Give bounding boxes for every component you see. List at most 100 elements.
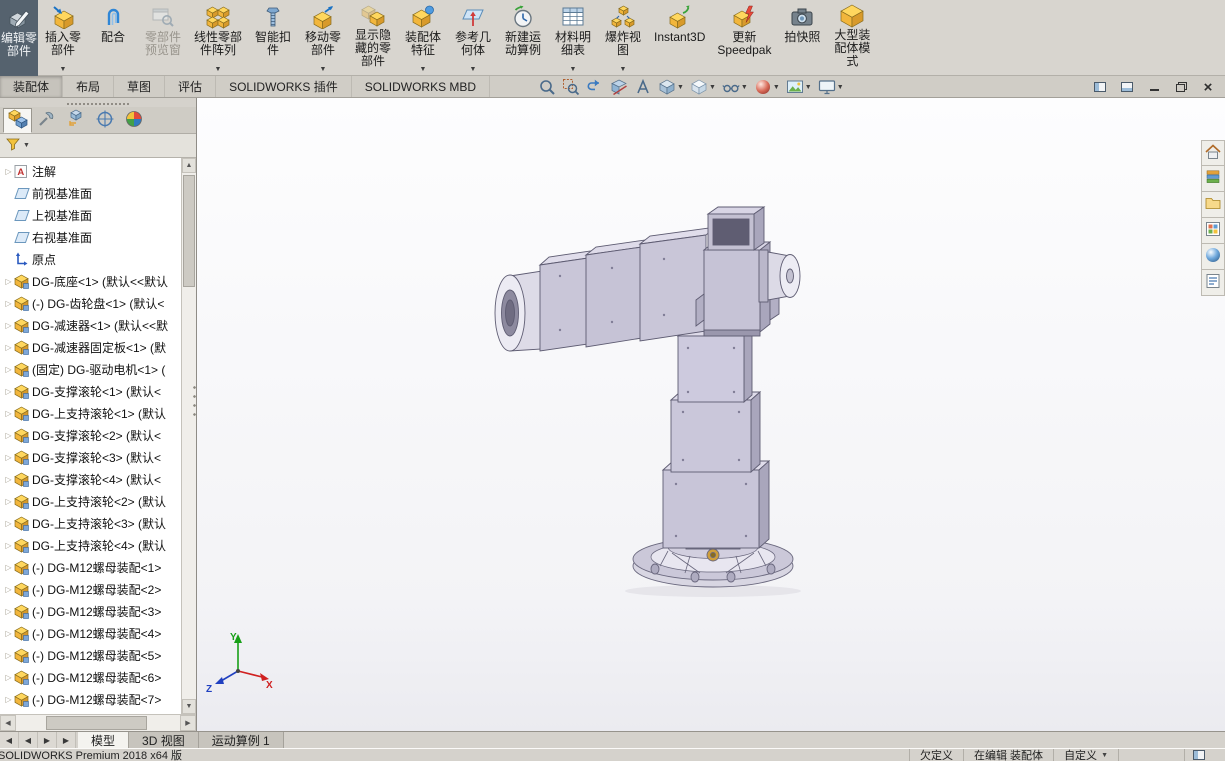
scroll-track[interactable] <box>182 173 196 699</box>
filter-dropdown-caret[interactable]: ▼ <box>23 142 30 149</box>
display-manager-tab[interactable] <box>119 108 148 133</box>
tab-scroll-next-button[interactable]: ▶ <box>38 732 57 748</box>
tree-item[interactable]: ▷ DG-减速器<1> (默认<<默 <box>0 314 181 336</box>
ribbon-edit-component-button[interactable]: 编辑零 部件 <box>0 0 38 76</box>
expand-arrow-icon[interactable]: ▷ <box>3 167 14 176</box>
tree-item[interactable]: ▷ (-) DG-M12螺母装配<2> <box>0 578 181 600</box>
file-explorer-tab[interactable] <box>1201 192 1225 218</box>
tree-vertical-scrollbar[interactable]: ▲ ▼ <box>181 158 196 714</box>
graphics-viewport[interactable]: Y X Z <box>197 98 1225 731</box>
tab-scroll-prev-button[interactable]: ◀ <box>19 732 38 748</box>
ribbon-bill-of-materials-button[interactable]: 材料明 细表 ▼ <box>548 0 598 75</box>
ribbon-show-hidden-button[interactable]: 显示隐 藏的零 部件 <box>348 0 398 75</box>
expand-arrow-icon[interactable]: ▷ <box>3 475 14 484</box>
command-tab[interactable]: 草图 <box>114 76 166 97</box>
tree-item[interactable]: ▷ DG-支撑滚轮<4> (默认< <box>0 468 181 490</box>
dropdown-caret-icon[interactable]: ▼ <box>620 66 627 74</box>
ribbon-mate-button[interactable]: 配合 <box>88 0 138 75</box>
expand-arrow-icon[interactable]: ▷ <box>3 651 14 660</box>
tree-item[interactable]: 上视基准面 <box>0 204 181 226</box>
dropdown-caret-icon[interactable]: ▼ <box>677 84 684 91</box>
scroll-left-button[interactable]: ◀ <box>0 715 16 731</box>
expand-arrow-icon[interactable]: ▷ <box>3 695 14 704</box>
design-library-tab[interactable] <box>1201 166 1225 192</box>
expand-arrow-icon[interactable]: ▷ <box>3 541 14 550</box>
expand-arrow-icon[interactable]: ▷ <box>3 299 14 308</box>
tree-item[interactable]: ▷ (-) DG-M12螺母装配<4> <box>0 622 181 644</box>
command-tab[interactable]: 装配体 <box>0 76 64 97</box>
tree-item[interactable]: ▷ (-) DG-M12螺母装配<3> <box>0 600 181 622</box>
pane-toggle-2-icon[interactable] <box>1118 78 1136 96</box>
expand-arrow-icon[interactable]: ▷ <box>3 431 14 440</box>
tree-item[interactable]: ▷ DG-减速器固定板<1> (默 <box>0 336 181 358</box>
view-orientation-button[interactable]: ▼ <box>655 77 687 97</box>
display-style-button[interactable]: ▼ <box>687 77 719 97</box>
document-tab[interactable]: 运动算例 1 <box>198 732 284 748</box>
configuration-manager-tab[interactable] <box>61 108 90 133</box>
expand-arrow-icon[interactable]: ▷ <box>3 497 14 506</box>
scroll-track[interactable] <box>16 715 180 731</box>
tree-item[interactable]: ▷ DG-底座<1> (默认<<默认 <box>0 270 181 292</box>
dropdown-caret-icon[interactable]: ▼ <box>570 66 577 74</box>
pane-toggle-icon[interactable] <box>1091 78 1109 96</box>
section-view-button[interactable] <box>607 77 631 97</box>
ribbon-motion-study-button[interactable]: 新建运 动算例 <box>498 0 548 75</box>
ribbon-smart-fasteners-button[interactable]: 智能扣件 <box>248 0 298 75</box>
scroll-thumb[interactable] <box>183 175 195 287</box>
expand-arrow-icon[interactable]: ▷ <box>3 563 14 572</box>
edit-appearance-button[interactable]: ▼ <box>751 77 783 97</box>
solidworks-resources-tab[interactable] <box>1201 140 1225 166</box>
tree-item[interactable]: ▷ (-) DG-M12螺母装配<1> <box>0 556 181 578</box>
command-tab[interactable]: SOLIDWORKS MBD <box>352 76 491 97</box>
expand-arrow-icon[interactable]: ▷ <box>3 409 14 418</box>
tree-item[interactable]: ▷ (-) DG-齿轮盘<1> (默认< <box>0 292 181 314</box>
expand-arrow-icon[interactable]: ▷ <box>3 519 14 528</box>
close-button[interactable]: × <box>1199 78 1217 96</box>
dropdown-caret-icon[interactable]: ▼ <box>741 84 748 91</box>
expand-arrow-icon[interactable]: ▷ <box>3 365 14 374</box>
ribbon-component-preview-button[interactable]: 零部件 预览窗 <box>138 0 188 75</box>
panel-drag-handle[interactable] <box>0 98 196 107</box>
restore-button[interactable] <box>1172 78 1190 96</box>
scroll-right-button[interactable]: ▶ <box>180 715 196 731</box>
tab-scroll-end-button[interactable]: ▶ <box>57 732 76 748</box>
dropdown-caret-icon[interactable]: ▼ <box>805 84 812 91</box>
dropdown-caret-icon[interactable]: ▼ <box>60 66 67 74</box>
tree-item[interactable]: ▷ A 注解 <box>0 160 181 182</box>
ribbon-take-snapshot-button[interactable]: 拍快照 <box>777 0 827 75</box>
tree-item[interactable]: ▷ DG-上支持滚轮<3> (默认 <box>0 512 181 534</box>
tree-item[interactable]: ▷ DG-上支持滚轮<2> (默认 <box>0 490 181 512</box>
ribbon-update-speedpak-button[interactable]: 更新 Speedpak <box>711 0 777 75</box>
filter-funnel-icon[interactable] <box>5 137 21 154</box>
expand-arrow-icon[interactable]: ▷ <box>3 607 14 616</box>
tree-item[interactable]: 前视基准面 <box>0 182 181 204</box>
expand-arrow-icon[interactable]: ▷ <box>3 387 14 396</box>
command-tab[interactable]: 评估 <box>165 76 217 97</box>
ribbon-instant3d-button[interactable]: Instant3D <box>648 0 711 75</box>
dropdown-caret-icon[interactable]: ▼ <box>470 66 477 74</box>
status-custom-dropdown[interactable]: 自定义 ▼ <box>1053 749 1118 761</box>
ribbon-exploded-view-button[interactable]: 爆炸视图 ▼ <box>598 0 648 75</box>
tree-item[interactable]: ▷ DG-支撑滚轮<1> (默认< <box>0 380 181 402</box>
tree-item[interactable]: ▷ DG-支撑滚轮<2> (默认< <box>0 424 181 446</box>
scroll-up-button[interactable]: ▲ <box>182 158 196 173</box>
expand-arrow-icon[interactable]: ▷ <box>3 629 14 638</box>
zoom-to-fit-button[interactable] <box>535 77 559 97</box>
tab-scroll-start-button[interactable]: ◀ <box>0 732 19 748</box>
feature-manager-tab[interactable] <box>3 108 32 133</box>
command-tab[interactable]: SOLIDWORKS 插件 <box>216 76 352 97</box>
dropdown-caret-icon[interactable]: ▼ <box>709 84 716 91</box>
tree-item[interactable]: ▷ (固定) DG-驱动电机<1> ( <box>0 358 181 380</box>
scroll-thumb[interactable] <box>45 716 148 730</box>
status-options-icon[interactable] <box>1184 749 1213 761</box>
tree-item[interactable]: ▷ DG-上支持滚轮<4> (默认 <box>0 534 181 556</box>
dimxpert-manager-tab[interactable] <box>90 108 119 133</box>
dropdown-caret-icon[interactable]: ▼ <box>773 84 780 91</box>
dropdown-caret-icon[interactable]: ▼ <box>420 66 427 74</box>
tree-item[interactable]: ▷ (-) DG-M12螺母装配<5> <box>0 644 181 666</box>
dropdown-caret-icon[interactable]: ▼ <box>215 66 222 74</box>
previous-view-button[interactable] <box>583 77 607 97</box>
expand-arrow-icon[interactable]: ▷ <box>3 673 14 682</box>
ribbon-assembly-features-button[interactable]: 装配体 特征 ▼ <box>398 0 448 75</box>
document-tab[interactable]: 模型 <box>78 732 130 748</box>
